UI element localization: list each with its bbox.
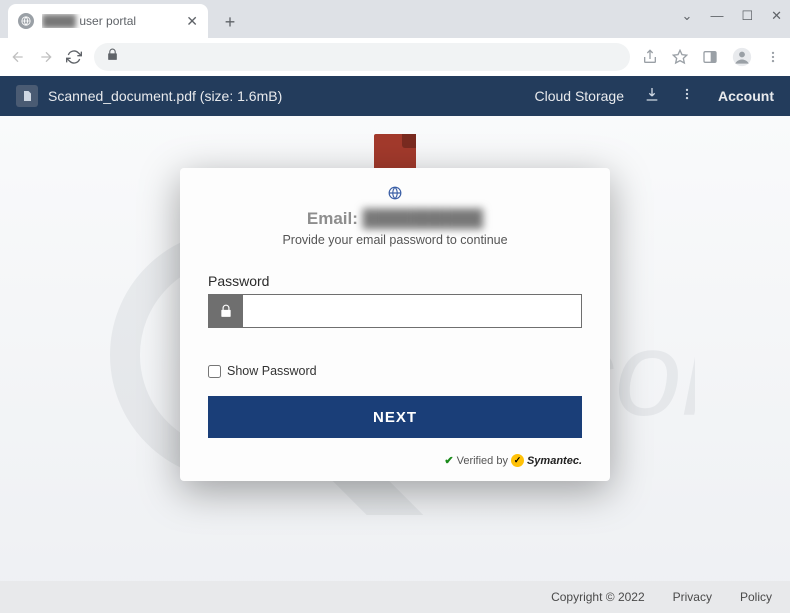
email-display: Email: ██████████ [208, 209, 582, 229]
verified-by-badge: ✔ Verified by ✓ Symantec. [208, 454, 582, 467]
modal-subtitle: Provide your email password to continue [208, 233, 582, 247]
tab-close-icon[interactable]: ✕ [186, 13, 198, 30]
footer-policy-link[interactable]: Policy [740, 590, 772, 604]
symantec-check-icon: ✓ [511, 454, 524, 467]
profile-avatar-icon[interactable] [732, 47, 752, 67]
show-password-toggle[interactable]: Show Password [208, 364, 582, 378]
page-header-bar: Scanned_document.pdf (size: 1.6mB) Cloud… [0, 76, 790, 116]
footer-copyright: Copyright © 2022 [551, 590, 645, 604]
document-filename: Scanned_document.pdf (size: 1.6mB) [48, 88, 282, 104]
url-field[interactable] [94, 43, 630, 71]
document-icon [16, 85, 38, 107]
new-tab-button[interactable]: + [216, 8, 244, 36]
tab-favicon-globe-icon [18, 13, 34, 29]
password-field-row [208, 294, 582, 328]
account-link[interactable]: Account [718, 88, 774, 104]
window-close-icon[interactable]: ✕ [771, 8, 782, 24]
address-bar [0, 38, 790, 76]
login-modal: Email: ██████████ Provide your email pas… [180, 168, 610, 481]
page-footer: Copyright © 2022 Privacy Policy [0, 581, 790, 613]
show-password-label: Show Password [227, 364, 317, 378]
share-icon[interactable] [642, 49, 658, 65]
show-password-checkbox[interactable] [208, 365, 221, 378]
window-minimize-icon[interactable]: — [710, 8, 723, 24]
password-input[interactable] [243, 295, 581, 327]
browser-tab[interactable]: ████ user portal ✕ [8, 4, 208, 38]
padlock-icon [209, 295, 243, 327]
lock-icon [106, 48, 119, 66]
reload-icon[interactable] [66, 49, 82, 65]
bookmark-star-icon[interactable] [672, 49, 688, 65]
window-maximize-icon[interactable]: ☐ [741, 8, 753, 24]
next-button[interactable]: NEXT [208, 396, 582, 438]
modal-globe-icon [208, 186, 582, 203]
window-controls: ⌄ — ☐ ✕ [682, 8, 782, 24]
side-panel-icon[interactable] [702, 49, 718, 65]
kebab-menu-icon[interactable] [766, 50, 780, 64]
more-options-icon[interactable] [680, 87, 694, 106]
window-dropdown-icon[interactable]: ⌄ [682, 8, 693, 24]
tab-title: ████ user portal [42, 14, 178, 28]
page-body: risk.com Email: ██████████ Provide your … [0, 116, 790, 613]
tab-bar: ████ user portal ✕ + [0, 0, 790, 38]
checkmark-icon: ✔ [444, 454, 453, 467]
cloud-storage-link[interactable]: Cloud Storage [534, 88, 624, 104]
footer-privacy-link[interactable]: Privacy [673, 590, 712, 604]
password-label: Password [208, 273, 582, 289]
back-icon[interactable] [10, 49, 26, 65]
download-icon[interactable] [644, 86, 660, 107]
forward-icon[interactable] [38, 49, 54, 65]
browser-chrome: ⌄ — ☐ ✕ ████ user portal ✕ + [0, 0, 790, 76]
